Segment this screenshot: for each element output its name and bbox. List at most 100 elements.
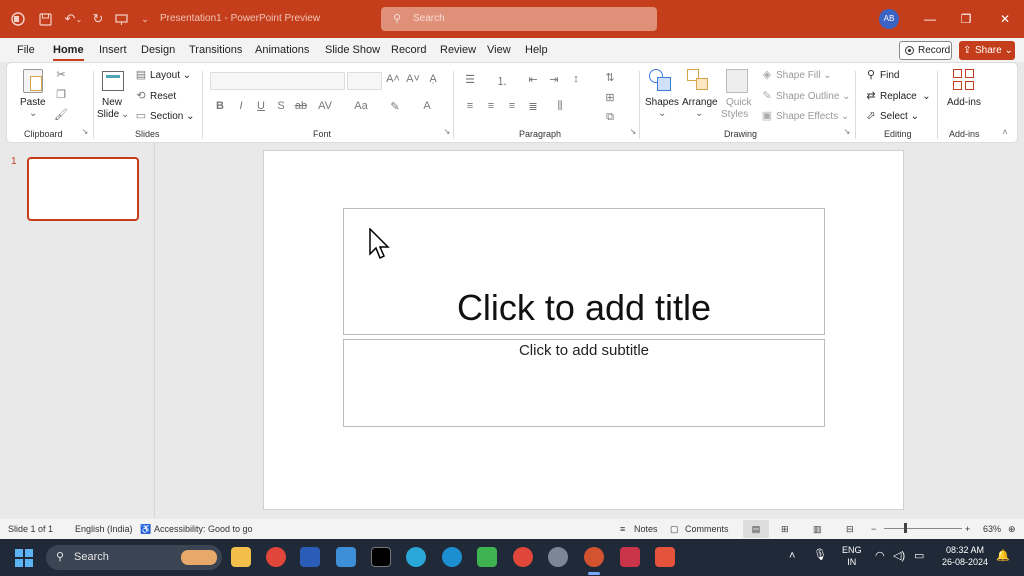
shape-effects-button[interactable]: Shape Effects ⌄ bbox=[776, 111, 849, 122]
comments-button[interactable]: Comments bbox=[685, 524, 729, 534]
cut-icon[interactable]: ✂ bbox=[53, 68, 69, 81]
snipping-tool-icon[interactable] bbox=[620, 547, 640, 567]
fit-slide-icon[interactable]: ⊕ bbox=[1008, 524, 1016, 535]
arrange-button[interactable]: Arrange bbox=[682, 97, 718, 108]
layout-button[interactable]: Layout ⌄ bbox=[150, 70, 191, 81]
text-direction-icon[interactable]: ⇅ bbox=[602, 71, 618, 84]
camtasia-icon[interactable] bbox=[477, 547, 497, 567]
addins-button[interactable]: Add-ins bbox=[947, 97, 981, 108]
chevron-up-icon[interactable]: ˄ bbox=[789, 550, 795, 562]
reset-button[interactable]: Reset bbox=[150, 91, 176, 102]
clear-formatting-icon[interactable]: Ạ bbox=[425, 73, 441, 85]
highlight-icon[interactable]: ✎ bbox=[387, 100, 403, 113]
smartart-icon[interactable]: ⧉ bbox=[602, 111, 618, 124]
shape-fill-icon[interactable]: ◈ bbox=[759, 68, 775, 81]
increase-font-size-icon[interactable]: A˄ bbox=[385, 73, 401, 85]
increase-indent-icon[interactable]: ⇥ bbox=[546, 73, 562, 86]
powerpoint-icon[interactable] bbox=[584, 547, 604, 567]
shape-outline-button[interactable]: Shape Outline ⌄ bbox=[776, 91, 851, 102]
share-button[interactable]: ⇪ Share ⌄ bbox=[959, 41, 1015, 60]
find-icon[interactable]: ⚲ bbox=[863, 68, 879, 81]
format-painter-icon[interactable]: 🖌 bbox=[53, 108, 69, 121]
tab-slide-show[interactable]: Slide Show bbox=[325, 44, 380, 56]
terminal-icon[interactable] bbox=[371, 547, 391, 567]
new-slide-icon[interactable] bbox=[102, 71, 124, 91]
decrease-font-size-icon[interactable]: A˅ bbox=[405, 73, 421, 85]
align-right-icon[interactable]: ≡ bbox=[504, 100, 520, 112]
presenter-icon[interactable] bbox=[111, 9, 131, 29]
align-text-icon[interactable]: ⊞ bbox=[602, 91, 618, 104]
edge-icon[interactable] bbox=[406, 547, 426, 567]
font-color-icon[interactable]: A bbox=[419, 100, 435, 112]
change-case-icon[interactable]: Aa bbox=[353, 100, 369, 112]
zoom-out-icon[interactable]: − bbox=[871, 524, 876, 534]
tab-home[interactable]: Home bbox=[53, 44, 84, 61]
replace-icon[interactable]: ⇄ bbox=[863, 89, 879, 102]
collapse-ribbon-icon[interactable]: ˄ bbox=[997, 127, 1013, 137]
character-spacing-icon[interactable]: AV bbox=[317, 100, 333, 112]
font-family-select[interactable] bbox=[210, 72, 345, 90]
language-indicator[interactable]: ENG IN bbox=[842, 544, 862, 568]
word-icon[interactable] bbox=[300, 547, 320, 567]
slide-show-icon[interactable]: ⊟ bbox=[846, 524, 854, 535]
zoom-slider[interactable] bbox=[884, 528, 962, 529]
save-icon[interactable] bbox=[35, 9, 55, 29]
file-explorer-icon[interactable] bbox=[231, 547, 251, 567]
normal-view-icon[interactable]: ▤ bbox=[743, 520, 769, 538]
new-slide-label-2[interactable]: Slide bbox=[97, 109, 119, 120]
battery-icon[interactable]: ▭ bbox=[914, 550, 924, 562]
notification-icon[interactable]: 🔔 bbox=[996, 550, 1010, 562]
clipboard-launcher-icon[interactable]: ↘ bbox=[77, 127, 93, 136]
bullets-icon[interactable]: ☰ bbox=[462, 73, 478, 86]
decrease-indent-icon[interactable]: ⇤ bbox=[525, 73, 541, 86]
minimize-icon[interactable]: — bbox=[921, 10, 939, 28]
shape-effects-icon[interactable]: ▣ bbox=[759, 109, 775, 122]
notepad-icon[interactable] bbox=[336, 547, 356, 567]
tab-animations[interactable]: Animations bbox=[255, 44, 309, 56]
restore-icon[interactable]: ❐ bbox=[957, 10, 975, 28]
justify-icon[interactable]: ≣ bbox=[525, 100, 541, 113]
align-left-icon[interactable]: ≡ bbox=[462, 100, 478, 112]
reading-view-icon[interactable]: ▥ bbox=[813, 524, 822, 535]
replace-button[interactable]: Replace ⌄ bbox=[880, 91, 931, 102]
zoom-in-icon[interactable]: + bbox=[965, 524, 970, 534]
new-slide-dropdown-icon[interactable]: ⌄ bbox=[121, 109, 129, 120]
chrome-icon[interactable] bbox=[266, 547, 286, 567]
arrange-icon[interactable] bbox=[687, 69, 711, 93]
microphone-icon[interactable]: 🎙 bbox=[813, 549, 827, 561]
line-spacing-icon[interactable]: ↕ bbox=[568, 73, 584, 85]
bold-icon[interactable]: B bbox=[212, 100, 228, 112]
shapes-dropdown-icon[interactable]: ⌄ bbox=[658, 108, 666, 119]
redo-icon[interactable]: ↻ bbox=[88, 9, 108, 29]
close-icon[interactable]: ✕ bbox=[996, 10, 1014, 28]
quick-styles-icon[interactable] bbox=[726, 69, 748, 93]
arrange-dropdown-icon[interactable]: ⌄ bbox=[695, 108, 703, 119]
paste-dropdown-icon[interactable]: ⌄ bbox=[29, 108, 37, 119]
layout-icon[interactable]: ▤ bbox=[133, 68, 149, 81]
align-center-icon[interactable]: ≡ bbox=[483, 100, 499, 112]
numbering-icon[interactable]: ⒈ bbox=[494, 73, 510, 89]
edge-dev-icon[interactable] bbox=[442, 547, 462, 567]
chrome-profile-icon[interactable] bbox=[513, 547, 533, 567]
slide-thumbnail[interactable] bbox=[27, 157, 139, 221]
notes-button[interactable]: Notes bbox=[634, 524, 658, 534]
shadow-icon[interactable]: S bbox=[273, 100, 289, 112]
shape-outline-icon[interactable]: ✎ bbox=[759, 89, 775, 102]
tab-help[interactable]: Help bbox=[525, 44, 548, 56]
copy-icon[interactable]: ❐ bbox=[53, 88, 69, 101]
subtitle-placeholder[interactable]: Click to add subtitle bbox=[343, 339, 825, 427]
italic-icon[interactable]: I bbox=[233, 100, 249, 112]
slide-sorter-icon[interactable]: ⊞ bbox=[781, 524, 789, 535]
find-button[interactable]: Find bbox=[880, 70, 899, 81]
taskbar-search[interactable]: ⚲ Search bbox=[46, 545, 222, 570]
tab-view[interactable]: View bbox=[487, 44, 511, 56]
quick-styles-label-1[interactable]: Quick bbox=[726, 97, 752, 108]
shapes-button[interactable]: Shapes bbox=[645, 97, 679, 108]
paste-icon[interactable] bbox=[23, 69, 43, 93]
tab-insert[interactable]: Insert bbox=[99, 44, 127, 56]
wifi-icon[interactable]: ◠ bbox=[875, 550, 885, 562]
select-icon[interactable]: ⬀ bbox=[863, 109, 879, 122]
customize-toolbar-icon[interactable]: ⌄ bbox=[135, 9, 155, 29]
tab-review[interactable]: Review bbox=[440, 44, 476, 56]
paste-button[interactable]: Paste bbox=[20, 97, 46, 108]
